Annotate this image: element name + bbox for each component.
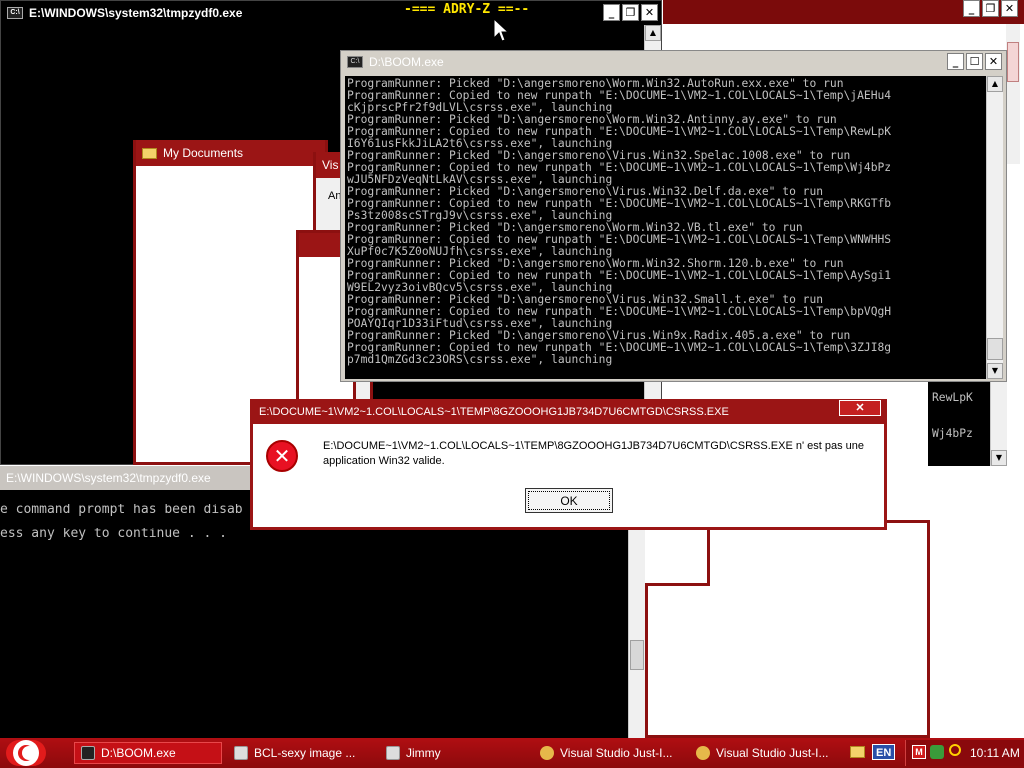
console-line: RewLpK xyxy=(932,392,973,404)
console-output[interactable]: ProgramRunner: Picked "D:\angersmoreno\W… xyxy=(345,76,988,379)
taskbar-item-label: Visual Studio Just-I... xyxy=(716,746,829,760)
error-message-line1: E:\DOCUME~1\VM2~1.COL\LOCALS~1\TEMP\8GZO… xyxy=(323,440,864,452)
window-icon xyxy=(386,746,400,760)
start-button[interactable] xyxy=(6,740,46,766)
mouse-cursor-icon xyxy=(493,18,509,42)
console-icon: C:\ xyxy=(347,56,363,68)
console-icon: C:\ xyxy=(7,6,23,19)
titlebar[interactable]: My Documents xyxy=(136,140,325,166)
window-title: My Documents xyxy=(163,146,244,160)
search-icon[interactable] xyxy=(949,744,961,756)
window-title: Vis xyxy=(322,158,339,172)
visual-studio-icon xyxy=(696,746,710,760)
minimize-button[interactable]: _ xyxy=(947,53,964,70)
window-title: D:\BOOM.exe xyxy=(369,55,444,69)
window-controls: _ ☐ ✕ xyxy=(947,53,1002,70)
error-dialog[interactable]: E:\DOCUME~1\VM2~1.COL\LOCALS~1\TEMP\8GZO… xyxy=(250,399,887,530)
window-right-console[interactable]: RewLpK Wj4bPz ▼ xyxy=(928,382,1007,466)
window-controls: _ ❐ ✕ xyxy=(963,0,1018,17)
maximize-button[interactable]: ❐ xyxy=(622,4,639,21)
console-line: Wj4bPz xyxy=(932,428,973,440)
scroll-up-arrow-icon[interactable]: ▲ xyxy=(645,25,661,41)
turkish-flag-icon xyxy=(13,740,39,766)
folder-icon[interactable] xyxy=(850,746,865,758)
minimize-button[interactable]: _ xyxy=(963,0,980,17)
taskbar-item-label: BCL-sexy image ... xyxy=(254,746,356,760)
titlebar[interactable]: C:\ D:\BOOM.exe xyxy=(341,51,1006,73)
visual-studio-icon xyxy=(540,746,554,760)
taskbar-item-jimmy[interactable]: Jimmy xyxy=(380,742,530,764)
close-button[interactable]: ✕ xyxy=(839,400,881,416)
minimize-button[interactable]: _ xyxy=(603,4,620,21)
network-icon[interactable] xyxy=(930,745,944,759)
scroll-thumb[interactable] xyxy=(987,338,1003,360)
titlebar[interactable]: C:\ E:\WINDOWS\system32\tmpzydf0.exe xyxy=(1,1,661,24)
scroll-thumb[interactable] xyxy=(630,640,644,670)
taskbar-item-vs-jit-2[interactable]: Visual Studio Just-I... xyxy=(690,742,840,764)
overlay-title: -=== ADRY-Z ==-- xyxy=(404,2,530,17)
taskbar-item-bcl[interactable]: BCL-sexy image ... xyxy=(228,742,378,764)
titlebar[interactable]: E:\DOCUME~1\VM2~1.COL\LOCALS~1\TEMP\8GZO… xyxy=(253,399,884,424)
error-message-line2: application Win32 valide. xyxy=(323,455,445,467)
folder-icon xyxy=(142,147,157,159)
dialog-title: E:\DOCUME~1\VM2~1.COL\LOCALS~1\TEMP\8GZO… xyxy=(259,405,729,418)
maximize-button[interactable]: ❐ xyxy=(982,0,999,17)
scrollbar-vertical[interactable]: ▲ ▼ xyxy=(986,76,1003,379)
maximize-button[interactable]: ☐ xyxy=(966,53,983,70)
language-indicator[interactable]: EN xyxy=(872,744,896,760)
window-icon xyxy=(234,746,248,760)
taskbar-item-label: Jimmy xyxy=(406,746,441,760)
scrollbar-vertical[interactable]: ▼ xyxy=(990,382,1007,466)
taskbar-item-label: Visual Studio Just-I... xyxy=(560,746,673,760)
console-line: p7md1QmZGd3c23ORS\csrss.exe", launching xyxy=(347,353,613,366)
scroll-down-arrow-icon[interactable]: ▼ xyxy=(987,363,1003,379)
ok-button[interactable]: OK xyxy=(525,488,613,513)
taskbar-item-vs-jit-1[interactable]: Visual Studio Just-I... xyxy=(534,742,684,764)
scrollbar-vertical[interactable] xyxy=(1006,24,1020,164)
error-icon: ✕ xyxy=(266,440,298,472)
window-title: E:\WINDOWS\system32\tmpzydf0.exe xyxy=(29,5,243,20)
window-boom-console[interactable]: C:\ D:\BOOM.exe _ ☐ ✕ ProgramRunner: Pic… xyxy=(340,50,1007,382)
window-title: E:\WINDOWS\system32\tmpzydf0.exe xyxy=(6,471,211,485)
window-controls: _ ❐ ✕ xyxy=(603,4,658,21)
scroll-thumb[interactable] xyxy=(1007,42,1019,82)
taskbar-item-label: D:\BOOM.exe xyxy=(101,746,176,760)
antivirus-icon[interactable]: M xyxy=(912,745,926,759)
taskbar-item-boom[interactable]: D:\BOOM.exe xyxy=(74,742,222,764)
close-button[interactable]: ✕ xyxy=(1001,0,1018,17)
close-button[interactable]: ✕ xyxy=(985,53,1002,70)
scroll-up-arrow-icon[interactable]: ▲ xyxy=(987,76,1003,92)
console-line: ess any key to continue . . . xyxy=(0,528,227,540)
scroll-down-arrow-icon[interactable]: ▼ xyxy=(991,450,1007,466)
taskbar: D:\BOOM.exe BCL-sexy image ... Jimmy Vis… xyxy=(0,738,1024,768)
console-icon xyxy=(81,746,95,760)
close-button[interactable]: ✕ xyxy=(641,4,658,21)
clock[interactable]: 10:11 AM xyxy=(970,746,1020,760)
console-line: e command prompt has been disab xyxy=(0,504,243,516)
